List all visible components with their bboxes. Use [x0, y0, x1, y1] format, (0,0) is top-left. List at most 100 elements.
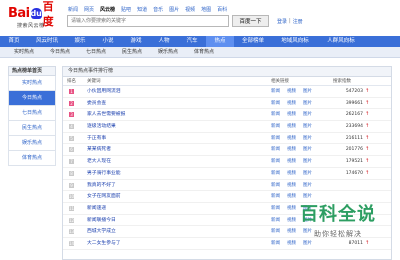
category-tab-all[interactable]: 全部榜单 — [234, 36, 272, 47]
keyword-link[interactable]: 我真的不好了 — [87, 180, 116, 191]
keyword-link[interactable]: 于正有事 — [87, 133, 106, 144]
register-link[interactable]: 注册 — [293, 18, 303, 25]
news-link[interactable]: 新闻 — [271, 98, 280, 109]
watermark: 百科全说 助你轻松解决 — [282, 200, 394, 239]
auth-separator: | — [289, 18, 291, 24]
video-link[interactable]: 视频 — [287, 133, 296, 144]
category-tab-ent[interactable]: 娱乐 — [66, 36, 94, 47]
product-link-tieba[interactable]: 贴吧 — [121, 6, 131, 13]
subnav-realtime[interactable]: 实时热点 — [14, 47, 34, 58]
watermark-title: 百科全说 — [300, 204, 376, 225]
col-links: 相关链接 — [271, 79, 289, 84]
search-button[interactable]: 百度一下 — [232, 15, 269, 27]
news-link[interactable]: 新闻 — [271, 191, 280, 202]
category-tab-news[interactable]: 风云时讯 — [28, 36, 66, 47]
keyword-link[interactable]: 家人去世需要被报 — [87, 109, 125, 120]
sidebar-item-realtime[interactable]: 实时热点 — [8, 76, 56, 91]
news-link[interactable]: 新闻 — [271, 121, 280, 132]
image-link[interactable]: 图片 — [303, 109, 312, 120]
product-link-video[interactable]: 视频 — [185, 6, 195, 13]
subnav-livelihood[interactable]: 民生热点 — [122, 47, 142, 58]
keyword-link[interactable]: 大二女生参与了 — [87, 238, 121, 249]
trend-up-icon: ↑ — [365, 134, 370, 141]
keyword-link[interactable]: 某某病死者 — [87, 144, 111, 155]
image-link[interactable]: 图片 — [303, 238, 312, 249]
table-row: 8 男子骑行事业能 新闻 视频 图片 174670 ↑ — [63, 168, 391, 180]
news-link[interactable]: 新闻 — [271, 203, 280, 214]
trend-up-icon: ↑ — [365, 169, 370, 176]
category-tab-novel[interactable]: 小说 — [94, 36, 122, 47]
news-link[interactable]: 新闻 — [271, 180, 280, 191]
search-input[interactable] — [67, 15, 229, 27]
sidebar-title[interactable]: 热点榜单首页 — [8, 66, 56, 76]
subnav-sports[interactable]: 体育热点 — [194, 47, 214, 58]
news-link[interactable]: 新闻 — [271, 144, 280, 155]
video-link[interactable]: 视频 — [287, 86, 296, 97]
keyword-link[interactable]: 委员会查 — [87, 98, 106, 109]
image-link[interactable]: 图片 — [303, 86, 312, 97]
image-link[interactable]: 图片 — [303, 180, 312, 191]
news-link[interactable]: 新闻 — [271, 109, 280, 120]
sidebar-item-sports[interactable]: 体育热点 — [8, 151, 56, 166]
product-link-web[interactable]: 网页 — [84, 6, 94, 13]
category-tab-people[interactable]: 人物 — [150, 36, 178, 47]
col-rank: 排名 — [67, 79, 76, 84]
keyword-link[interactable]: 新闻联播今日 — [87, 215, 116, 226]
watermark-subtitle: 助你轻松解决 — [314, 230, 362, 238]
product-link-baike[interactable]: 百科 — [217, 6, 227, 13]
image-link[interactable]: 图片 — [303, 121, 312, 132]
news-link[interactable]: 新闻 — [271, 133, 280, 144]
product-link-top[interactable]: 风云榜 — [100, 6, 115, 13]
keyword-link[interactable]: 老大人现在 — [87, 156, 111, 167]
keyword-link[interactable]: 新闻速递 — [87, 203, 106, 214]
news-link[interactable]: 新闻 — [271, 226, 280, 237]
news-link[interactable]: 新闻 — [271, 215, 280, 226]
login-link[interactable]: 登录 — [277, 18, 287, 25]
keyword-link[interactable]: 逐级活动结果 — [87, 121, 116, 132]
news-link[interactable]: 新闻 — [271, 86, 280, 97]
video-link[interactable]: 视频 — [287, 144, 296, 155]
video-link[interactable]: 视频 — [287, 121, 296, 132]
sidebar-item-ent[interactable]: 娱乐热点 — [8, 136, 56, 151]
subnav-today[interactable]: 今日热点 — [50, 47, 70, 58]
news-link[interactable]: 新闻 — [271, 238, 280, 249]
image-link[interactable]: 图片 — [303, 156, 312, 167]
video-link[interactable]: 视频 — [287, 238, 296, 249]
baidu-logo[interactable]: Bai du 百度 搜索风云榜 — [8, 0, 56, 30]
sidebar-item-livelihood[interactable]: 民生热点 — [8, 121, 56, 136]
category-tab-region[interactable]: 地域风向标 — [272, 36, 318, 47]
product-link-images[interactable]: 图片 — [169, 6, 179, 13]
category-tab-game[interactable]: 游戏 — [122, 36, 150, 47]
category-tab-home[interactable]: 首页 — [0, 36, 28, 47]
video-link[interactable]: 视频 — [287, 98, 296, 109]
category-tab-hot[interactable]: 热点 — [206, 36, 234, 47]
keyword-link[interactable]: 西城大学成立 — [87, 226, 116, 237]
logo-bai-text: Bai — [8, 6, 30, 21]
news-link[interactable]: 新闻 — [271, 168, 280, 179]
video-link[interactable]: 视频 — [287, 180, 296, 191]
image-link[interactable]: 图片 — [303, 133, 312, 144]
image-link[interactable]: 图片 — [303, 144, 312, 155]
keyword-link[interactable]: 男子骑行事业能 — [87, 168, 121, 179]
product-link-map[interactable]: 地图 — [201, 6, 211, 13]
sidebar-item-today[interactable]: 今日热点 — [8, 91, 56, 106]
trend-up-icon: ↑ — [365, 146, 370, 153]
video-link[interactable]: 视频 — [287, 168, 296, 179]
product-link-news[interactable]: 新闻 — [68, 6, 78, 13]
keyword-link[interactable]: 小伙因用网流泪 — [87, 86, 121, 97]
sidebar-item-week[interactable]: 七日热点 — [8, 106, 56, 121]
image-link[interactable]: 图片 — [303, 98, 312, 109]
product-link-zhidao[interactable]: 知道 — [137, 6, 147, 13]
subnav-ent[interactable]: 娱乐热点 — [158, 47, 178, 58]
product-link-music[interactable]: 音乐 — [153, 6, 163, 13]
category-nav: 首页 风云时讯 娱乐 小说 游戏 人物 汽车 热点 全部榜单 地域风向标 人群风… — [0, 36, 400, 47]
subnav-week[interactable]: 七日热点 — [86, 47, 106, 58]
category-tab-crowd[interactable]: 人群风向标 — [318, 36, 364, 47]
category-tab-auto[interactable]: 汽车 — [178, 36, 206, 47]
news-link[interactable]: 新闻 — [271, 156, 280, 167]
video-link[interactable]: 视频 — [287, 109, 296, 120]
keyword-link[interactable]: 女子在网友面前 — [87, 191, 121, 202]
hot-sidebar: 热点榜单首页 实时热点 今日热点 七日热点 民生热点 娱乐热点 体育热点 — [8, 66, 56, 166]
image-link[interactable]: 图片 — [303, 168, 312, 179]
video-link[interactable]: 视频 — [287, 156, 296, 167]
